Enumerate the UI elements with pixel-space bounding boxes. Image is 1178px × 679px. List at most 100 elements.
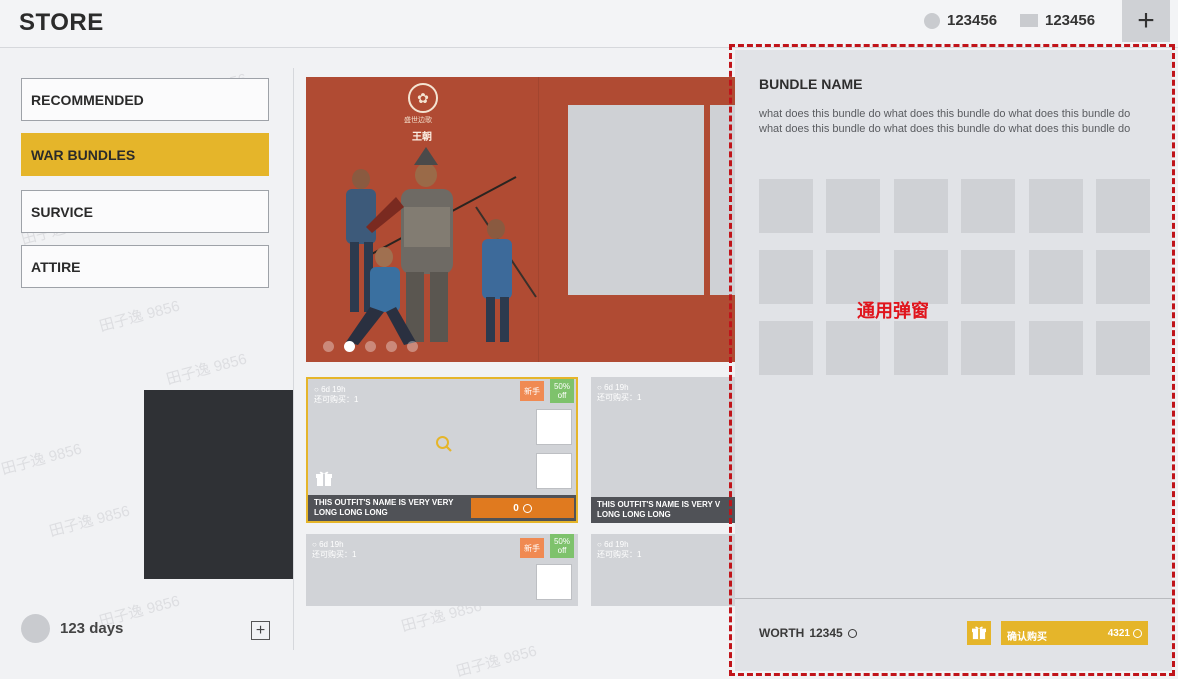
price-value: 0 — [513, 502, 519, 514]
card-timer: ○ 6d 19h 还可购买：1 — [312, 540, 357, 559]
coin-icon — [522, 503, 532, 513]
sidebar-divider — [293, 68, 294, 650]
price-button[interactable]: 0 — [471, 498, 574, 518]
worth-label: WORTH — [759, 626, 805, 640]
emblem-icon: ✿ — [408, 83, 438, 113]
bundle-item-grid — [759, 179, 1150, 375]
currency-gem: 123456 — [1020, 12, 1095, 29]
add-days-button[interactable]: + — [251, 621, 270, 640]
card-timer: ○ 6d 19h 还可购买：1 — [597, 540, 642, 559]
new-player-tag: 新手 — [520, 538, 544, 558]
bundle-description: what does this bundle do what does this … — [759, 108, 1131, 135]
bundle-item-slot[interactable] — [826, 321, 881, 375]
sidebar-item-war-bundles[interactable]: WAR BUNDLES — [21, 133, 269, 176]
user-status: 123 days — [21, 614, 123, 643]
watermark: 田子逸 9856 — [97, 297, 182, 336]
popup-annotation-label: 通用弹窗 — [857, 301, 929, 321]
warriors-artwork — [346, 147, 537, 345]
sidebar-item-label: WAR BUNDLES — [31, 146, 136, 163]
bundle-item-slot[interactable] — [1095, 321, 1150, 375]
sidebar-item-recommended[interactable]: RECOMMENDED — [21, 78, 269, 121]
sidebar-item-survice[interactable]: SURVICE — [21, 190, 269, 233]
gift-button[interactable] — [967, 621, 991, 645]
card-timer: ○ 6d 19h 还可购买：1 — [314, 385, 359, 404]
gift-icon — [316, 471, 332, 486]
banner-image-placeholder — [568, 105, 704, 295]
carousel-dot[interactable] — [365, 341, 376, 352]
buy-price: 4321 — [1108, 628, 1142, 639]
coin-icon — [1133, 629, 1142, 638]
coin-balance: 123456 — [947, 12, 998, 29]
bundle-popup: BUNDLE NAME what does this bundle do wha… — [735, 50, 1172, 671]
clock-icon: ○ — [597, 383, 605, 392]
plus-icon: + — [1137, 4, 1155, 37]
bundle-item-slot[interactable] — [1028, 250, 1083, 304]
discount-tag: 50% off — [550, 534, 574, 558]
add-currency-button[interactable]: + — [1122, 0, 1170, 42]
bundle-item-slot[interactable] — [826, 250, 881, 304]
carousel-dot-active[interactable] — [344, 341, 355, 352]
item-slot[interactable] — [536, 453, 572, 489]
sidebar-item-label: SURVICE — [31, 203, 93, 220]
discount-tag: 50% off — [550, 379, 574, 403]
bundle-item-slot[interactable] — [1095, 179, 1150, 233]
carousel-dot[interactable] — [323, 341, 334, 352]
outfit-name: THIS OUTFIT'S NAME IS VERY V LONG LONG LO… — [597, 500, 721, 519]
purchase-limit: 还可购买：1 — [312, 550, 357, 559]
currency-coin: 123456 — [924, 12, 997, 29]
card-footer: THIS OUTFIT'S NAME IS VERY V LONG LONG LO… — [591, 497, 736, 523]
gem-icon — [1020, 14, 1038, 27]
header-bar: STORE 123456 123456 + — [0, 0, 1178, 48]
coin-icon — [924, 12, 940, 29]
sidebar-item-label: RECOMMENDED — [31, 91, 144, 108]
bundle-item-slot[interactable] — [759, 321, 813, 375]
search-icon[interactable] — [435, 435, 453, 453]
bundle-worth: WORTH 12345 — [759, 626, 857, 640]
featured-banner[interactable]: ✿ 盛世边歌 王朝 — [306, 77, 736, 362]
carousel-dot[interactable] — [407, 341, 418, 352]
purchase-limit: 还可购买：1 — [597, 393, 642, 402]
clock-icon: ○ — [314, 385, 322, 394]
purchase-limit: 还可购买：1 — [314, 395, 359, 404]
sidebar-item-attire[interactable]: ATTIRE — [21, 245, 269, 288]
bundle-item-slot[interactable] — [961, 321, 1016, 375]
carousel-dot[interactable] — [386, 341, 397, 352]
popup-divider — [735, 598, 1172, 599]
bundle-item-slot[interactable] — [1028, 179, 1083, 233]
bundle-item-slot[interactable] — [759, 179, 813, 233]
bundle-item-slot[interactable] — [961, 250, 1016, 304]
watermark: 田子逸 9856 — [164, 350, 249, 389]
bundle-item-slot[interactable] — [893, 321, 948, 375]
avatar[interactable] — [21, 614, 50, 643]
page-title: STORE — [19, 9, 104, 36]
bundle-item-slot[interactable] — [893, 250, 948, 304]
carousel-dots — [323, 341, 418, 352]
item-slot[interactable] — [536, 564, 572, 600]
clock-icon: ○ — [597, 540, 605, 549]
product-card[interactable]: ○ 6d 19h 还可购买：1 THIS OUTFIT'S NAME IS VE… — [591, 377, 736, 523]
worth-value: 12345 — [809, 626, 843, 640]
banner-subtitle: 盛世边歌 — [404, 117, 432, 124]
buy-label: 确认购买 — [1007, 632, 1047, 643]
product-card[interactable]: ○ 6d 19h 还可购买：1 — [591, 534, 736, 606]
bundle-item-slot[interactable] — [1028, 321, 1083, 375]
card-footer: THIS OUTFIT'S NAME IS VERY VERY LONG LON… — [308, 495, 576, 521]
gem-balance: 123456 — [1045, 12, 1096, 29]
item-slot[interactable] — [536, 409, 572, 445]
bundle-item-slot[interactable] — [961, 179, 1016, 233]
new-player-tag: 新手 — [520, 381, 544, 401]
bundle-item-slot[interactable] — [759, 250, 813, 304]
bundle-item-slot[interactable] — [826, 179, 881, 233]
bundle-name: BUNDLE NAME — [759, 76, 863, 92]
product-card[interactable]: ○ 6d 19h 还可购买：1 新手 50% off THIS OUTFIT'S… — [306, 377, 578, 523]
confirm-purchase-button[interactable]: 确认购买 4321 — [1001, 621, 1148, 645]
product-card[interactable]: ○ 6d 19h 还可购买：1 新手 50% off — [306, 534, 578, 606]
bundle-item-slot[interactable] — [1095, 250, 1150, 304]
bundle-item-slot[interactable] — [893, 179, 948, 233]
purchase-limit: 还可购买：1 — [597, 550, 642, 559]
watermark: 田子逸 9856 — [47, 502, 132, 541]
watermark: 田子逸 9856 — [454, 642, 539, 679]
character-preview-panel — [144, 390, 293, 579]
subscription-days: 123 days — [60, 620, 124, 637]
sidebar-item-label: ATTIRE — [31, 258, 81, 275]
